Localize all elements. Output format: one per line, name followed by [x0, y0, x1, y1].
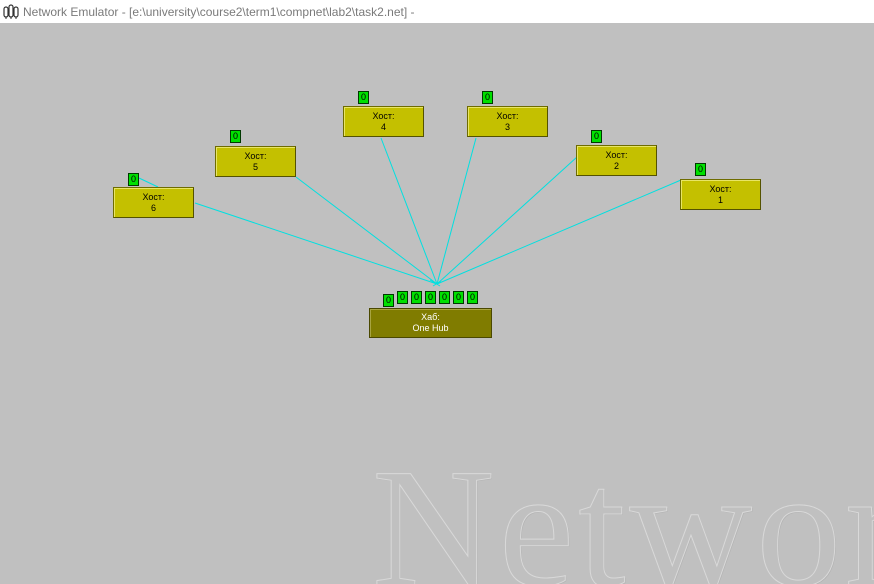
host-name-label: 1 [717, 195, 723, 205]
hub-port-4[interactable]: 0 [425, 291, 436, 304]
link-host-1[interactable] [436, 179, 682, 285]
link-host-2[interactable] [436, 156, 578, 285]
host-5-port[interactable]: 0 [230, 130, 241, 143]
host-6-port[interactable]: 0 [128, 173, 139, 186]
link-host-3[interactable] [436, 137, 477, 285]
host-node-6[interactable]: Хост: 6 [113, 187, 194, 218]
host-node-4[interactable]: Хост: 4 [343, 106, 424, 137]
app-icon[interactable] [3, 3, 19, 20]
network-canvas[interactable]: Network 0 Хост: 6 0 Хост: 5 0 Хост: 4 0 … [0, 23, 874, 584]
host-node-2[interactable]: Хост: 2 [576, 145, 657, 176]
window-title: Network Emulator - [e:\university\course… [23, 4, 415, 19]
host-name-label: 5 [252, 162, 258, 172]
hub-port-5[interactable]: 0 [439, 291, 450, 304]
host-4-port[interactable]: 0 [358, 91, 369, 104]
host-name-label: 2 [613, 161, 619, 171]
host-type-label: Хост: [142, 192, 165, 202]
hub-port-6[interactable]: 0 [453, 291, 464, 304]
host-1-port[interactable]: 0 [695, 163, 706, 176]
host-name-label: 3 [504, 122, 510, 132]
host-node-1[interactable]: Хост: 1 [680, 179, 761, 210]
hub-type-label: Хаб: [421, 312, 440, 322]
host-3-port[interactable]: 0 [482, 91, 493, 104]
link-host-4[interactable] [380, 137, 438, 285]
link-host-5[interactable] [295, 176, 438, 285]
host-type-label: Хост: [496, 111, 519, 121]
title-bar: Network Emulator - [e:\university\course… [0, 0, 874, 23]
hub-port-2[interactable]: 0 [397, 291, 408, 304]
network-links [138, 137, 682, 287]
hub-name-label: One Hub [412, 323, 449, 333]
hub-node[interactable]: Хаб: One Hub [369, 308, 492, 338]
hub-port-3[interactable]: 0 [411, 291, 422, 304]
host-type-label: Хост: [709, 184, 732, 194]
hub-port-7[interactable]: 0 [467, 291, 478, 304]
link-host-6-port[interactable] [138, 177, 159, 188]
host-type-label: Хост: [244, 151, 267, 161]
host-name-label: 6 [150, 203, 156, 213]
host-node-3[interactable]: Хост: 3 [467, 106, 548, 137]
host-2-port[interactable]: 0 [591, 130, 602, 143]
host-type-label: Хост: [605, 150, 628, 160]
host-name-label: 4 [380, 122, 386, 132]
hub-port-1[interactable]: 0 [383, 294, 394, 307]
link-host-6[interactable] [194, 202, 438, 285]
host-node-5[interactable]: Хост: 5 [215, 146, 296, 177]
host-type-label: Хост: [372, 111, 395, 121]
